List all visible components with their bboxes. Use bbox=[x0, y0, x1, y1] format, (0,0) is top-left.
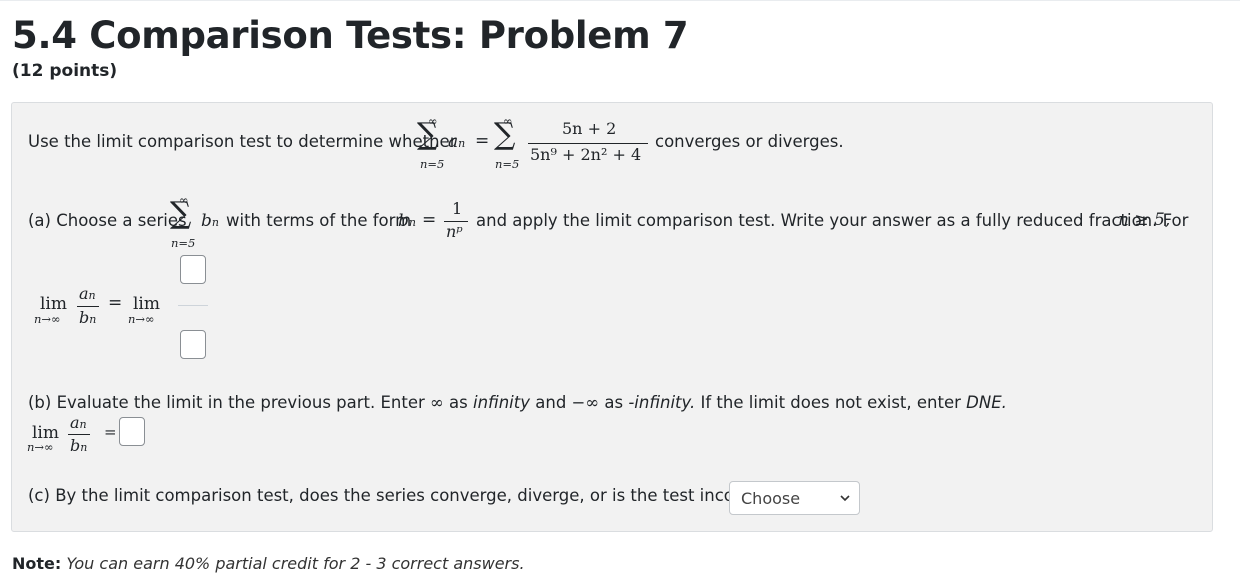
part-a-suffix: and apply the limit comparison test. Wri… bbox=[476, 211, 1189, 230]
sum1-sigma: ∑ bbox=[417, 117, 439, 152]
lim3-frac-den: bn bbox=[70, 436, 88, 455]
part-a-condition: n ≥ 5, bbox=[1118, 210, 1171, 230]
page-title: 5.4 Comparison Tests: Problem 7 bbox=[12, 14, 689, 57]
points-label: (12 points) bbox=[12, 61, 118, 81]
sum2-lower: n=5 bbox=[495, 157, 520, 171]
fraction-bar bbox=[528, 143, 648, 144]
sum3-lower: n=5 bbox=[171, 236, 196, 250]
lim-frac-bar bbox=[77, 306, 99, 307]
fraction-denominator: 5n⁹ + 2n² + 4 bbox=[530, 145, 642, 164]
bn-denominator: nᵖ bbox=[446, 222, 463, 241]
problem-panel bbox=[11, 102, 1213, 532]
limit-answer-input[interactable] bbox=[119, 417, 145, 446]
equals-4: = bbox=[104, 423, 117, 441]
chevron-down-icon bbox=[840, 495, 850, 502]
equals-1: = bbox=[475, 131, 490, 151]
bn-term-2: bn bbox=[398, 211, 416, 231]
sum2-sigma: ∑ bbox=[494, 117, 516, 152]
lim-label-2: lim bbox=[133, 294, 160, 314]
equals-2: = bbox=[422, 210, 437, 230]
part-b-text: (b) Evaluate the limit in the previous p… bbox=[28, 393, 1007, 412]
lim-sub-2: n→∞ bbox=[128, 312, 155, 326]
bn-term: bn bbox=[201, 211, 219, 231]
bn-numerator: 1 bbox=[452, 199, 463, 218]
intro-text: Use the limit comparison test to determi… bbox=[28, 132, 457, 151]
top-divider bbox=[0, 0, 1240, 1]
lim-label-1: lim bbox=[40, 294, 67, 314]
part-c-question: (c) By the limit comparison test, does t… bbox=[28, 486, 811, 505]
lim-sub-3: n→∞ bbox=[27, 440, 54, 454]
lim3-frac-num: an bbox=[70, 413, 87, 432]
select-value: Choose bbox=[741, 489, 801, 508]
lim-frac-den: bn bbox=[79, 308, 97, 327]
note: Note: You can earn 40% partial credit fo… bbox=[12, 554, 525, 573]
lim-sub-1: n→∞ bbox=[34, 312, 61, 326]
answer-fraction-bar bbox=[178, 305, 208, 306]
fraction-numerator: 5n + 2 bbox=[562, 119, 617, 138]
numerator-input[interactable] bbox=[180, 255, 206, 284]
denominator-input[interactable] bbox=[180, 330, 206, 359]
an-term: an bbox=[448, 132, 466, 152]
equals-3: = bbox=[108, 293, 123, 313]
lim3-frac-bar bbox=[68, 434, 90, 435]
intro-suffix: converges or diverges. bbox=[655, 132, 844, 151]
part-a-prefix: (a) Choose a series bbox=[28, 211, 187, 230]
sum1-lower: n=5 bbox=[420, 157, 445, 171]
sum3-sigma: ∑ bbox=[170, 196, 192, 231]
part-a-mid: with terms of the form bbox=[226, 211, 412, 230]
convergence-select[interactable]: Choose bbox=[729, 481, 860, 515]
lim-frac-num: an bbox=[79, 284, 96, 303]
